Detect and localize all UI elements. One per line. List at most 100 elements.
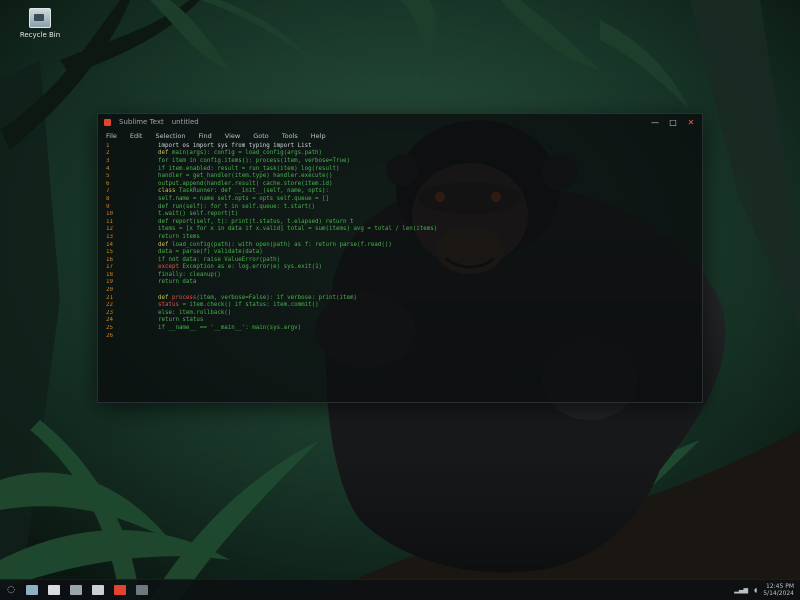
code-token: process: [171, 294, 197, 301]
code-line[interactable]: 19 return data: [104, 279, 696, 287]
code-line[interactable]: 10 t.wait() self.report(t): [104, 210, 696, 218]
line-number: 15: [106, 249, 113, 256]
code-token: = item.check() if status: item.commit(): [178, 302, 319, 309]
editor-window[interactable]: Sublime Text untitled — □ ✕ File Edit Se…: [97, 113, 703, 403]
menu-find[interactable]: Find: [196, 132, 213, 140]
menu-goto[interactable]: Goto: [251, 132, 271, 140]
photos-icon[interactable]: [92, 585, 104, 595]
close-button[interactable]: ✕: [686, 118, 696, 127]
code-text: self.name = name self.opts = opts self.q…: [158, 196, 329, 202]
mail-icon[interactable]: [70, 585, 82, 595]
code-line[interactable]: 2 def main(args): config = load_config(a…: [104, 150, 696, 158]
line-number: 14: [106, 241, 113, 248]
menu-file[interactable]: File: [104, 132, 119, 140]
code-line[interactable]: 16 if not data: raise ValueError(path): [104, 256, 696, 264]
code-line[interactable]: 6 output.append(handler.result) cache.st…: [104, 180, 696, 188]
code-text: class TaskRunner: def __init__(self, nam…: [158, 188, 329, 194]
code-token: finally: cleanup(): [158, 271, 221, 278]
code-line[interactable]: 12 items = [x for x in data if x.valid] …: [104, 226, 696, 234]
code-token: class: [158, 188, 179, 195]
code-line[interactable]: 4 if item.enabled: result = run_task(ite…: [104, 165, 696, 173]
code-line[interactable]: 26: [104, 332, 696, 340]
menu-bar: File Edit Selection Find View Goto Tools…: [98, 130, 702, 142]
code-line[interactable]: 21 def process(item, verbose=False): if …: [104, 294, 696, 302]
code-token: return items: [158, 233, 200, 240]
menu-selection[interactable]: Selection: [153, 132, 187, 140]
tray-time: 12:45 PM: [766, 583, 794, 590]
line-number: 11: [106, 218, 113, 225]
code-token: self.name = name self.opts = opts self.q…: [158, 195, 330, 202]
line-number: 25: [106, 325, 113, 332]
code-line[interactable]: 3 for item in config.items(): process(it…: [104, 157, 696, 165]
menu-tools[interactable]: Tools: [280, 132, 300, 140]
line-number: 5: [106, 173, 110, 180]
menu-view[interactable]: View: [223, 132, 242, 140]
start-icon[interactable]: ◌: [6, 585, 16, 595]
code-line[interactable]: 20: [104, 286, 696, 294]
code-token: if not data: raise ValueError(path): [158, 256, 281, 263]
system-tray: ▂▄▆ ◖ 12:45 PM 5/14/2024: [734, 583, 794, 597]
code-text: items = [x for x in data if x.valid] tot…: [158, 226, 437, 232]
code-line[interactable]: 25 if __name__ == '__main__': main(sys.a…: [104, 324, 696, 332]
code-token: (item, verbose=False): if verbose: print…: [196, 294, 357, 301]
code-line[interactable]: 11 def report(self, t): print(t.status, …: [104, 218, 696, 226]
line-number: 16: [106, 256, 113, 263]
code-text: def main(args): config = load_config(arg…: [158, 150, 322, 156]
window-titlebar[interactable]: Sublime Text untitled — □ ✕: [98, 114, 702, 130]
tray-date: 5/14/2024: [763, 590, 794, 597]
line-number: 24: [106, 317, 113, 324]
code-text: def process(item, verbose=False): if ver…: [158, 295, 357, 301]
line-number: 23: [106, 309, 113, 316]
code-line[interactable]: 18 finally: cleanup(): [104, 271, 696, 279]
line-number: 1: [106, 142, 110, 149]
code-text: status = item.check() if status: item.co…: [158, 302, 319, 308]
menu-help[interactable]: Help: [309, 132, 328, 140]
code-line[interactable]: 7 class TaskRunner: def __init__(self, n…: [104, 188, 696, 196]
code-token: if item.enabled: result = run_task(item)…: [158, 165, 340, 172]
editor-icon[interactable]: [114, 585, 126, 595]
code-text: if not data: raise ValueError(path): [158, 257, 280, 263]
code-text: data = parse(f) validate(data): [158, 249, 263, 255]
line-number: 10: [106, 211, 113, 218]
code-token: return status: [158, 317, 204, 324]
code-text: if item.enabled: result = run_task(item)…: [158, 166, 339, 172]
terminal-icon[interactable]: [136, 585, 148, 595]
code-line[interactable]: 14 def load_config(path): with open(path…: [104, 241, 696, 249]
code-token: def run(self): for t in self.queue: t.st…: [158, 203, 316, 210]
code-token: handler = get_handler(item.type) handler…: [158, 173, 333, 180]
code-line[interactable]: 5 handler = get_handler(item.type) handl…: [104, 172, 696, 180]
code-token: def: [158, 241, 172, 248]
line-number: 4: [106, 165, 110, 172]
code-line[interactable]: 1 import os import sys from typing impor…: [104, 142, 696, 150]
code-token: Exception as e: log.error(e) sys.exit(1): [178, 264, 323, 271]
maximize-button[interactable]: □: [668, 118, 678, 127]
code-text: def run(self): for t in self.queue: t.st…: [158, 204, 315, 210]
menu-edit[interactable]: Edit: [128, 132, 145, 140]
desktop-icon-label: Recycle Bin: [19, 31, 61, 39]
browser-icon[interactable]: [48, 585, 60, 595]
line-number: 22: [106, 302, 113, 309]
code-line[interactable]: 22 status = item.check() if status: item…: [104, 301, 696, 309]
code-text: def load_config(path): with open(path) a…: [158, 242, 392, 248]
code-line[interactable]: 17 except Exception as e: log.error(e) s…: [104, 264, 696, 272]
file-explorer-icon[interactable]: [26, 585, 38, 595]
code-editor[interactable]: 1 import os import sys from typing impor…: [98, 142, 702, 402]
code-line[interactable]: 15 data = parse(f) validate(data): [104, 248, 696, 256]
volume-icon[interactable]: ◖: [754, 587, 757, 594]
line-number: 9: [106, 203, 110, 210]
code-token: t.wait() self.report(t): [158, 211, 239, 218]
minimize-button[interactable]: —: [650, 118, 660, 127]
code-line[interactable]: 9 def run(self): for t in self.queue: t.…: [104, 203, 696, 211]
code-line[interactable]: 8 self.name = name self.opts = opts self…: [104, 195, 696, 203]
clock[interactable]: 12:45 PM 5/14/2024: [763, 583, 794, 597]
network-icon[interactable]: ▂▄▆: [734, 587, 748, 594]
code-line[interactable]: 13 return items: [104, 233, 696, 241]
code-line[interactable]: 23 else: item.rollback(): [104, 309, 696, 317]
line-number: 6: [106, 180, 110, 187]
code-text: return status: [158, 317, 203, 323]
desktop-icon-recycle-bin[interactable]: Recycle Bin: [18, 8, 62, 39]
code-token: def report(self, t): print(t.status, t.e…: [158, 218, 354, 225]
document-name: untitled: [171, 118, 199, 126]
line-number: 21: [106, 294, 113, 301]
code-line[interactable]: 24 return status: [104, 317, 696, 325]
